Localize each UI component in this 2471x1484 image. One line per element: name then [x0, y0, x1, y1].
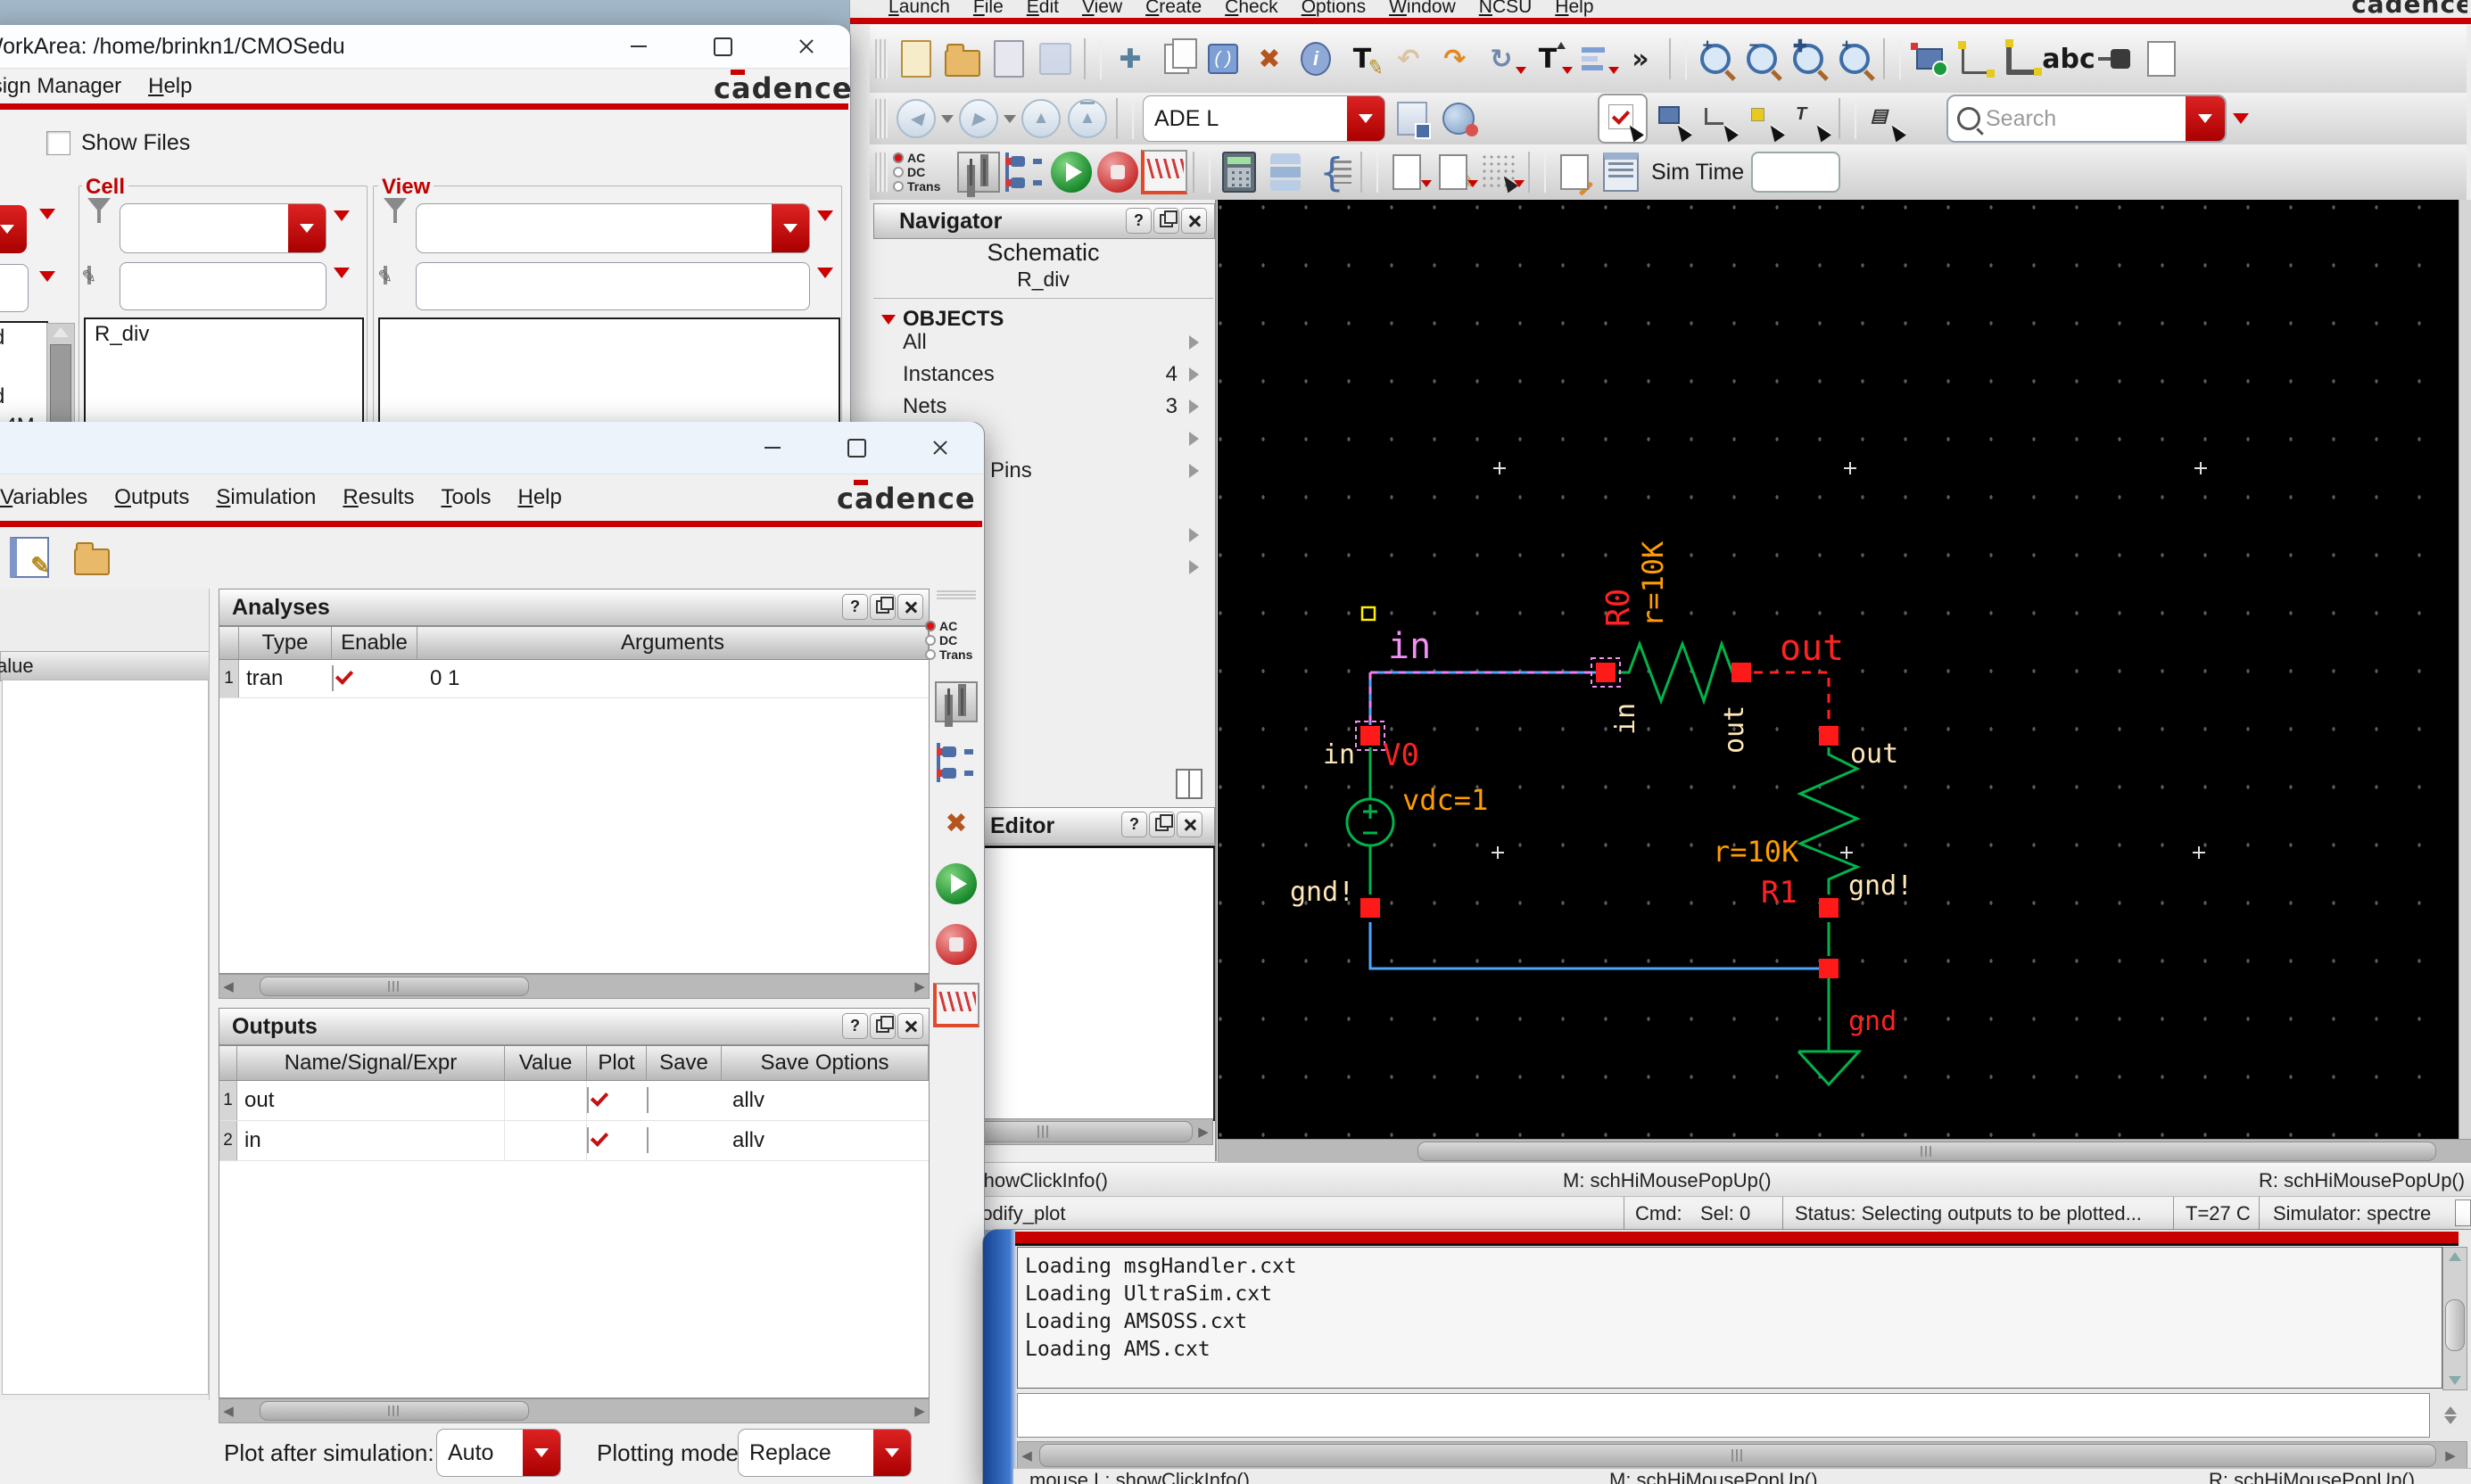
list-item[interactable]: Loading AMS.cxt — [1025, 1336, 2442, 1364]
console-log[interactable]: Loading msgHandler.cxtLoading UltraSim.c… — [1017, 1247, 2442, 1389]
list-item[interactable]: Loading AMSOSS.cxt — [1025, 1308, 2442, 1336]
console-status-middle: M: schHiMousePopUp() — [1609, 1469, 1818, 1484]
screen: LaunchFileEditViewCreateCheckOptionsWind… — [0, 0, 2471, 1484]
console-hscrollbar[interactable]: ◀▶ — [1017, 1441, 2467, 1470]
divider — [1015, 1243, 2459, 1246]
list-item[interactable]: Loading UltraSim.cxt — [1025, 1281, 2442, 1308]
accent-line — [1015, 1232, 2459, 1243]
console-vscrollbar[interactable] — [2442, 1247, 2467, 1390]
console-status-left: mouse L: showClickInfo() — [1029, 1469, 1250, 1484]
console-status-right: R: schHiMousePopUp() — [2209, 1469, 2415, 1484]
console-command-input[interactable] — [1017, 1393, 2430, 1438]
console-statusbar: mouse L: showClickInfo() M: schHiMousePo… — [1013, 1468, 2471, 1484]
list-item[interactable]: Loading msgHandler.cxt — [1025, 1253, 2442, 1281]
console-window: Loading msgHandler.cxtLoading UltraSim.c… — [0, 0, 2471, 1484]
command-spinner[interactable] — [2441, 1395, 2460, 1436]
